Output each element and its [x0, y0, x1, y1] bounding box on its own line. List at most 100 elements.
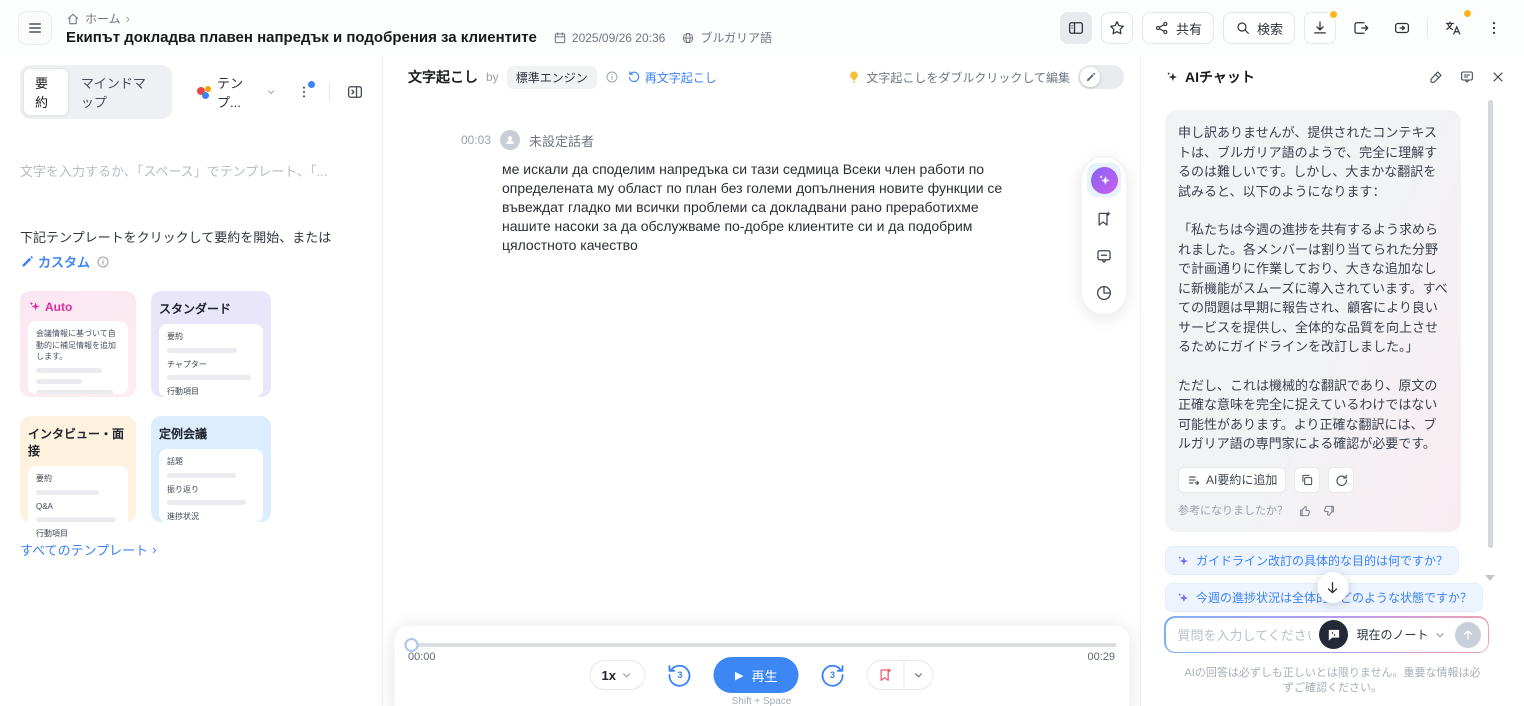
chat-scrollbar[interactable] [1488, 100, 1493, 555]
clear-chat-icon[interactable] [1428, 69, 1444, 85]
scrollbar-thumb[interactable] [1488, 100, 1493, 548]
add-to-ai-summary-button[interactable]: AI要約に追加 [1178, 467, 1286, 493]
scrollbar-down-arrow[interactable] [1485, 575, 1495, 581]
progress-bar[interactable] [407, 643, 1116, 647]
engine-chip[interactable]: 標準エンジン [507, 66, 597, 89]
favorite-button[interactable] [1101, 12, 1133, 44]
title-block: ホーム › Екипът докладва плавен напредък и … [66, 10, 772, 46]
chat-input-border: 質問を入力してください... 現在のノート [1164, 616, 1489, 653]
retranscribe-link[interactable]: 再文字起こし [627, 69, 717, 86]
rewind-3s-button[interactable]: 3 [667, 662, 693, 688]
placeholder-bar [36, 368, 102, 373]
placeholder-bar [36, 517, 116, 522]
scope-selector[interactable]: 現在のノート [1356, 626, 1446, 643]
ai-assistant-button[interactable] [1087, 163, 1121, 197]
summary-editor-placeholder[interactable]: 文字を入力するか、「スペース」でテンプレート、「... [20, 161, 364, 180]
ai-message-paragraph: ただし、これは機械的な翻訳であり、原文の正確な意味を完全に捉えているわけではない… [1178, 376, 1448, 454]
regenerate-button[interactable] [1328, 467, 1354, 493]
ai-chat-panel: AIチャット 申し訳ありませんが、提供されたコンテキストは、ブルガリア語のようで… [1140, 56, 1524, 706]
template-dropdown[interactable]: テンプ... [196, 73, 277, 111]
play-icon: ▶ [735, 669, 743, 682]
top-bar: ホーム › Екипът докладва плавен напредък и … [0, 0, 1524, 56]
play-button[interactable]: ▶ 再生 [714, 657, 798, 693]
search-label: 検索 [1257, 19, 1283, 38]
video-export-button[interactable] [1386, 12, 1418, 44]
entry-timestamp[interactable]: 00:03 [461, 133, 491, 147]
template-section-label: 要約 [167, 331, 255, 343]
speaker-name[interactable]: 未設定話者 [529, 131, 594, 150]
template-card-standard[interactable]: スタンダード 要約 チャプター 行動項目 [151, 291, 271, 397]
send-button[interactable] [1455, 622, 1481, 648]
suggestion-chip[interactable]: ガイドライン改訂の具体的な目的は何ですか？ [1165, 546, 1459, 575]
close-icon[interactable] [1490, 69, 1506, 85]
thumbs-down-icon[interactable] [1322, 504, 1336, 518]
search-button[interactable]: 検索 [1223, 12, 1295, 44]
translate-button[interactable] [1437, 12, 1469, 44]
template-card-meeting[interactable]: 定例会議 話題 振り返り 進捗状況 [151, 416, 271, 522]
chat-input[interactable]: 質問を入力してください... 現在のノート [1166, 618, 1488, 652]
export-icon [1352, 19, 1370, 37]
breadcrumb-home-label[interactable]: ホーム [85, 10, 121, 27]
speaker-avatar[interactable] [500, 130, 520, 150]
kebab-menu-icon [1485, 19, 1503, 37]
tab-mindmap[interactable]: マインドマップ [69, 68, 169, 116]
note-context-icon [1319, 620, 1348, 649]
template-card-title: スタンダード [159, 300, 231, 317]
bookmark-red-icon [877, 667, 893, 683]
speed-value: 1x [602, 668, 616, 683]
share-button[interactable]: 共有 [1142, 12, 1214, 44]
collapse-panel-icon [346, 83, 364, 101]
share-icon [1154, 20, 1170, 36]
edit-mode-toggle[interactable] [1078, 65, 1124, 89]
chevron-right-icon: › [126, 11, 130, 26]
collapse-panel-button[interactable] [346, 83, 364, 101]
analytics-button[interactable] [1089, 278, 1119, 308]
transcript-text[interactable]: ме искали да споделим напредъка си тази … [502, 160, 1009, 255]
all-templates-link[interactable]: すべてのテンプレート › [20, 540, 364, 559]
download-badge [1328, 9, 1339, 20]
info-icon[interactable] [96, 255, 110, 269]
template-card-auto[interactable]: Auto 会議情報に基づいて自動的に補足情報を追加します。 [20, 291, 136, 397]
comment-button[interactable] [1089, 241, 1119, 271]
breadcrumb[interactable]: ホーム › [66, 10, 772, 27]
template-card-description: 会議情報に基づいて自動的に補足情報を追加します。 [36, 328, 120, 363]
translate-badge [1462, 8, 1473, 19]
chat-history-icon[interactable] [1459, 69, 1475, 85]
floating-toolbar [1081, 156, 1127, 315]
placeholder-bar [167, 500, 246, 505]
transcript-entry[interactable]: 00:03 未設定話者 ме искали да споделим напред… [383, 130, 1140, 255]
template-section-label: 行動項目 [167, 386, 255, 397]
arrow-down-icon [1325, 580, 1341, 596]
custom-template-link[interactable]: カスタム [20, 252, 90, 271]
forward-3s-button[interactable]: 3 [819, 662, 845, 688]
thumbs-up-icon[interactable] [1298, 504, 1312, 518]
scroll-to-bottom-button[interactable] [1317, 572, 1348, 603]
add-bookmark-button[interactable] [867, 667, 903, 683]
bookmark-options-button[interactable] [904, 668, 932, 682]
tab-summary[interactable]: 要約 [23, 68, 69, 116]
audio-player: 00:00 00:29 1x 3 ▶ 再生 [394, 626, 1129, 706]
summary-more-button[interactable] [295, 84, 313, 100]
bookmark-add-button[interactable] [1089, 204, 1119, 234]
progress-handle[interactable] [404, 638, 418, 652]
play-label: 再生 [751, 666, 777, 685]
ai-chat-messages: 申し訳ありませんが、提供されたコンテキストは、ブルガリア語のようで、完全に理解す… [1141, 98, 1524, 612]
copy-response-button[interactable] [1294, 467, 1320, 493]
download-button[interactable] [1304, 12, 1336, 44]
search-icon [1235, 20, 1251, 36]
notification-dot [308, 81, 315, 88]
more-options-button[interactable] [1478, 12, 1510, 44]
template-card-interview[interactable]: インタビュー・面接 要約 Q&A 行動項目 [20, 416, 136, 522]
divider [329, 83, 330, 101]
transcript-title: 文字起こし [408, 67, 478, 87]
export-button[interactable] [1345, 12, 1377, 44]
info-icon[interactable] [605, 70, 619, 84]
arrow-up-icon [1461, 628, 1475, 642]
main-menu-button[interactable] [18, 11, 52, 45]
playback-speed-button[interactable]: 1x [590, 660, 646, 690]
chat-input-placeholder[interactable]: 質問を入力してください... [1178, 625, 1312, 644]
template-card-title: 定例会議 [159, 425, 207, 442]
toggle-left-panel-button[interactable] [1060, 12, 1092, 44]
ai-disclaimer: AIの回答は必ずしも正しいとは限りません。重要な情報は必ずご確認ください。 [1141, 653, 1524, 706]
comment-icon [1095, 247, 1113, 265]
